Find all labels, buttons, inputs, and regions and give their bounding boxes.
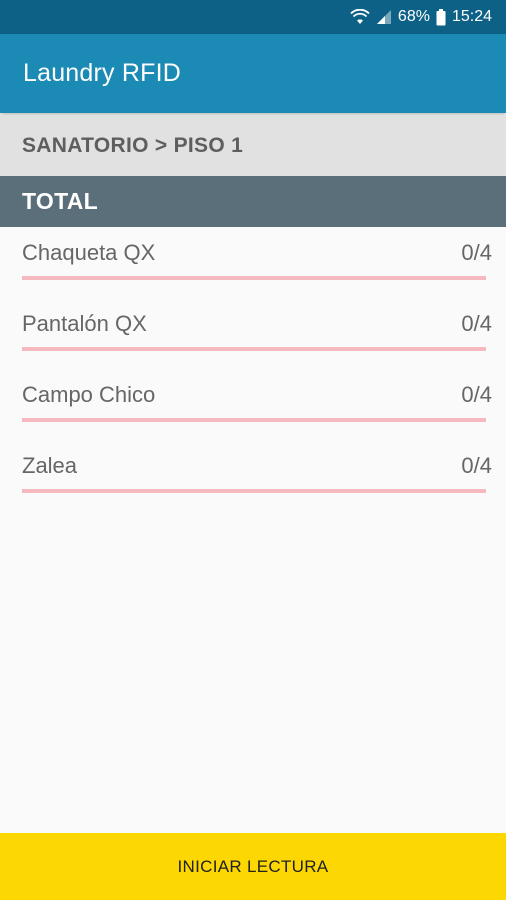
- progress-bar: [22, 418, 486, 422]
- start-reading-button[interactable]: INICIAR LECTURA: [0, 833, 506, 900]
- clock: 15:24: [451, 8, 492, 25]
- app-bar: Laundry RFID: [0, 34, 506, 113]
- list-item[interactable]: Chaqueta QX 0/4: [0, 227, 506, 298]
- status-bar: 68% 15:24: [0, 0, 506, 34]
- section-header-total: TOTAL: [0, 176, 506, 227]
- breadcrumb: SANATORIO > PISO 1: [0, 115, 506, 176]
- wifi-icon: [350, 9, 370, 25]
- item-count: 0/4: [461, 311, 492, 336]
- battery-icon: [436, 8, 446, 26]
- item-count: 0/4: [461, 453, 492, 478]
- progress-bar: [22, 276, 486, 280]
- progress-bar: [22, 489, 486, 493]
- item-name: Chaqueta QX: [22, 240, 156, 265]
- signal-icon: [376, 9, 392, 25]
- item-count: 0/4: [461, 240, 492, 265]
- screen: 68% 15:24 Laundry RFID SANATORIO > PISO …: [0, 0, 506, 900]
- battery-percent: 68%: [397, 8, 430, 25]
- item-name: Pantalón QX: [22, 311, 147, 336]
- item-name: Zalea: [22, 453, 78, 478]
- progress-bar: [22, 347, 486, 351]
- item-list: Chaqueta QX 0/4 Pantalón QX 0/4 Campo Ch…: [0, 227, 506, 511]
- list-item[interactable]: Pantalón QX 0/4: [0, 298, 506, 369]
- item-name: Campo Chico: [22, 382, 156, 407]
- app-title: Laundry RFID: [23, 59, 182, 87]
- list-item[interactable]: Zalea 0/4: [0, 440, 506, 511]
- list-item[interactable]: Campo Chico 0/4: [0, 369, 506, 440]
- item-count: 0/4: [461, 382, 492, 407]
